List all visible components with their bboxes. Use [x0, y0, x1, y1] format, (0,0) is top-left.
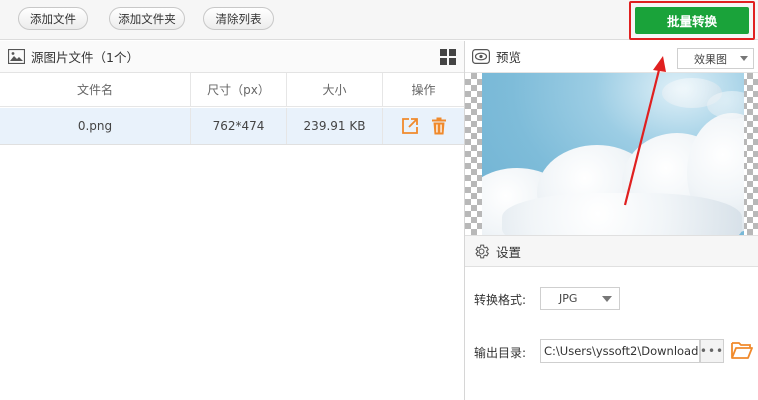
- grid-view-icon[interactable]: [440, 49, 456, 65]
- trash-icon[interactable]: [431, 117, 447, 135]
- settings-title: 设置: [496, 244, 522, 260]
- toolbar: 添加文件 添加文件夹 清除列表 批量转换: [0, 0, 758, 40]
- table-row[interactable]: 0.png 762*474 239.91 KB: [0, 108, 464, 145]
- column-header-dimensions: 尺寸（px）: [191, 73, 287, 106]
- file-dimensions-cell: 762*474: [191, 108, 287, 144]
- settings-header: 设置: [465, 235, 758, 267]
- file-table-header: 文件名 尺寸（px） 大小 操作: [0, 73, 464, 107]
- format-value: JPG: [559, 292, 578, 305]
- file-size-cell: 239.91 KB: [287, 108, 383, 144]
- column-header-filename: 文件名: [0, 73, 191, 106]
- file-actions-cell: [383, 108, 464, 144]
- file-panel-title: 源图片文件（1个）: [31, 50, 139, 65]
- format-label: 转换格式:: [474, 293, 527, 307]
- batch-convert-button[interactable]: 批量转换: [635, 7, 749, 34]
- format-select[interactable]: JPG: [540, 287, 620, 310]
- file-name-cell: 0.png: [0, 108, 191, 144]
- clear-list-button[interactable]: 清除列表: [203, 7, 274, 30]
- gear-icon: [475, 244, 489, 258]
- output-path-input[interactable]: C:\Users\yssoft2\Downloads: [540, 339, 700, 363]
- preview-area: [465, 73, 758, 235]
- output-label: 输出目录:: [474, 346, 527, 360]
- column-header-actions: 操作: [411, 83, 436, 97]
- preview-title: 预览: [496, 50, 522, 65]
- batch-convert-highlight: 批量转换: [629, 1, 755, 40]
- column-header-size: 大小: [287, 73, 383, 106]
- image-icon: [8, 49, 25, 64]
- browse-button[interactable]: •••: [700, 339, 724, 363]
- eye-icon: [472, 49, 490, 64]
- preview-header: 预览 效果图: [465, 41, 758, 73]
- open-external-icon[interactable]: [401, 117, 419, 135]
- add-file-button[interactable]: 添加文件: [18, 7, 88, 30]
- file-panel-header: 源图片文件（1个）: [0, 41, 464, 73]
- view-mode-value: 效果图: [694, 52, 727, 66]
- view-mode-select[interactable]: 效果图: [677, 48, 754, 69]
- chevron-down-icon: [740, 56, 748, 61]
- folder-icon[interactable]: [731, 340, 753, 360]
- preview-image: [482, 73, 744, 235]
- chevron-down-icon: [602, 296, 612, 302]
- add-folder-button[interactable]: 添加文件夹: [109, 7, 185, 30]
